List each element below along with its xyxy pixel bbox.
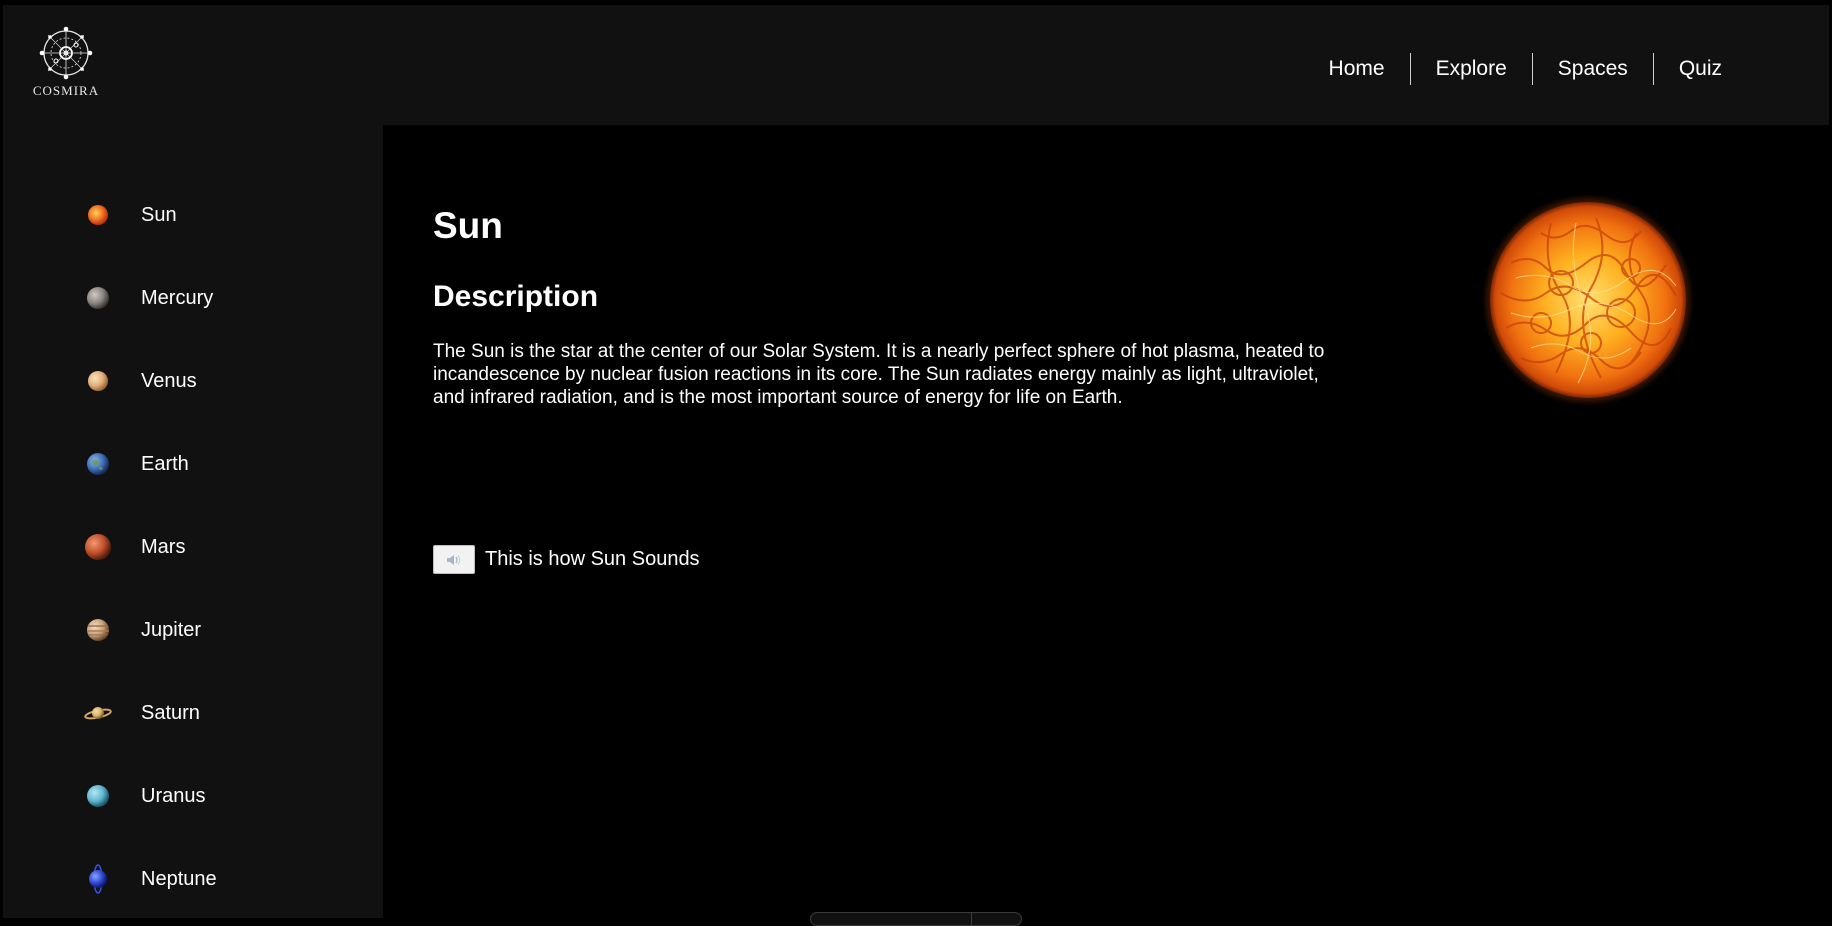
sidebar-item-label: Neptune	[141, 867, 217, 890]
sidebar-item-label: Venus	[141, 369, 197, 392]
venus-icon	[83, 366, 113, 396]
saturn-icon	[83, 698, 113, 728]
cosmira-logo-icon	[39, 26, 93, 80]
sidebar-item-earth[interactable]: Earth	[83, 444, 189, 484]
neptune-icon	[83, 864, 113, 894]
sidebar-item-sun[interactable]: Sun	[83, 195, 177, 235]
bottom-toolbar	[810, 912, 1022, 926]
sidebar-item-mars[interactable]: Mars	[83, 527, 185, 567]
sidebar-item-saturn[interactable]: Saturn	[83, 693, 200, 733]
sidebar-item-label: Saturn	[141, 701, 200, 724]
planet-sidebar: Sun Mercury Venus Earth Mars Jupiter Sat…	[3, 125, 383, 918]
nav-quiz[interactable]: Quiz	[1654, 51, 1747, 87]
sound-player: This is how Sun Sounds	[433, 545, 700, 574]
sidebar-item-label: Mars	[141, 535, 186, 558]
sidebar-item-label: Mercury	[141, 286, 214, 309]
planet-description: The Sun is the star at the center of our…	[433, 341, 1325, 408]
sidebar-item-label: Jupiter	[141, 618, 202, 641]
uranus-icon	[83, 781, 113, 811]
nav-home[interactable]: Home	[1304, 51, 1410, 87]
sidebar-item-jupiter[interactable]: Jupiter	[83, 610, 201, 650]
planet-detail: Sun Description The Sun is the star at t…	[383, 125, 1829, 918]
nav-spaces[interactable]: Spaces	[1533, 51, 1653, 87]
toolbar-divider	[971, 913, 972, 925]
speaker-icon	[447, 554, 461, 565]
jupiter-icon	[83, 615, 113, 645]
earth-icon	[83, 449, 113, 479]
header: COSMIRA Home Explore Spaces Quiz	[3, 5, 1829, 125]
mercury-icon	[83, 283, 113, 313]
play-sound-button[interactable]	[433, 545, 475, 574]
mars-icon	[83, 532, 113, 562]
logo[interactable]: COSMIRA	[31, 25, 101, 115]
sidebar-item-uranus[interactable]: Uranus	[83, 776, 205, 816]
sidebar-item-venus[interactable]: Venus	[83, 361, 197, 401]
app-frame: COSMIRA Home Explore Spaces Quiz Sun Mer…	[0, 0, 1832, 926]
main-nav: Home Explore Spaces Quiz	[1304, 51, 1747, 87]
sun-icon	[83, 200, 113, 230]
nav-explore[interactable]: Explore	[1411, 51, 1532, 87]
page-title: Sun	[433, 205, 503, 246]
sidebar-item-mercury[interactable]: Mercury	[83, 278, 213, 318]
sound-label: This is how Sun Sounds	[485, 548, 700, 570]
sidebar-item-label: Uranus	[141, 784, 206, 807]
sidebar-item-label: Earth	[141, 452, 189, 475]
section-heading: Description	[433, 280, 599, 313]
sidebar-item-neptune[interactable]: Neptune	[83, 859, 217, 899]
logo-text: COSMIRA	[32, 83, 100, 98]
sidebar-item-label: Sun	[141, 203, 177, 226]
sun-image	[1482, 194, 1694, 406]
